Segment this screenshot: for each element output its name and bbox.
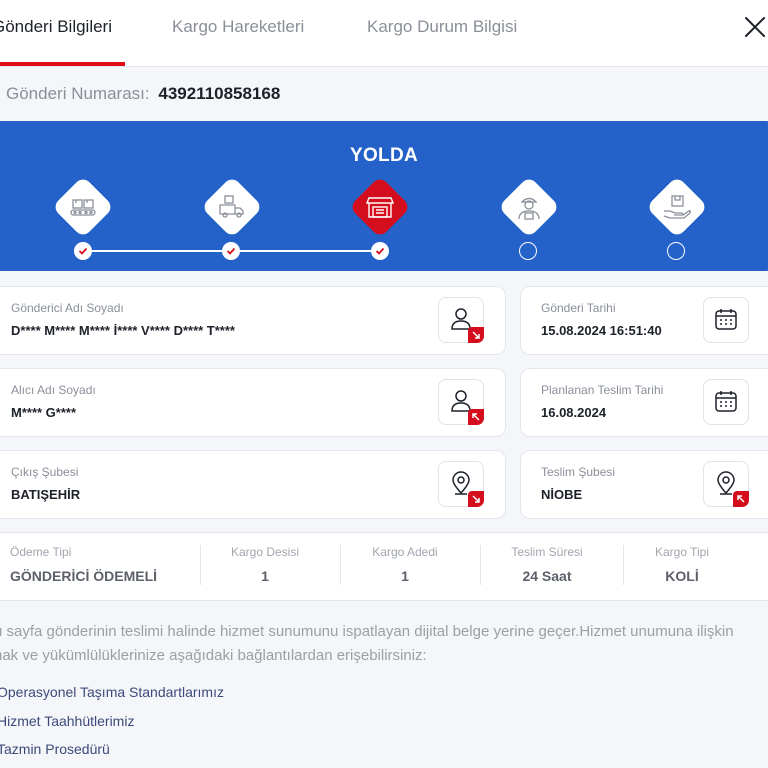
step-dot-done	[371, 242, 389, 260]
cargo-type-value: KOLİ	[665, 568, 699, 584]
delivery-truck-icon	[219, 195, 244, 218]
tab-kargo-hareketleri[interactable]: Kargo Hareketleri	[172, 17, 304, 37]
ship-date-value: 15.08.2024 16:51:40	[541, 323, 662, 338]
receiver-card: Alıcı Adı Soyadı M**** G****	[0, 368, 506, 437]
delivery-branch-value: NİOBE	[541, 487, 583, 502]
active-tab-indicator	[0, 62, 125, 66]
ship-date-label: Gönderi Tarihi	[541, 301, 616, 315]
check-icon	[226, 247, 236, 255]
receiver-icon-button[interactable]	[438, 379, 484, 425]
planned-delivery-label: Planlanan Teslim Tarihi	[541, 383, 664, 397]
arrow-up-left-icon	[737, 495, 745, 503]
outgoing-badge	[468, 491, 484, 507]
check-icon	[78, 247, 88, 255]
tab-kargo-durum-bilgisi[interactable]: Kargo Durum Bilgisi	[367, 17, 517, 37]
arrow-down-right-icon	[472, 495, 480, 503]
delivery-branch-label: Teslim Şubesi	[541, 465, 616, 479]
sender-card: Gönderici Adı Soyadı D**** M**** M**** İ…	[0, 286, 506, 355]
courier-icon	[518, 197, 540, 220]
step-dot-done	[74, 242, 92, 260]
cargo-type: Kargo Tipi KOLİ	[612, 545, 752, 584]
delivery-branch-card: Teslim Şubesi NİOBE	[520, 450, 768, 519]
tracking-number-label: Gönderi Numarası:	[6, 84, 150, 103]
incoming-badge	[733, 491, 749, 507]
tab-gonderi-bilgileri[interactable]: Gönderi Bilgileri	[0, 17, 112, 37]
sender-value: D**** M**** M**** İ**** V**** D**** T***…	[11, 323, 235, 338]
arrow-up-left-icon	[472, 413, 480, 421]
sender-icon-button[interactable]	[438, 297, 484, 343]
link-operational-standards[interactable]: Operasyonel Taşıma Standartlarımız	[0, 684, 224, 700]
delivery-duration-label: Teslim Süresi	[511, 545, 583, 559]
origin-branch-card: Çıkış Şubesi BATIŞEHİR	[0, 450, 506, 519]
close-icon	[745, 17, 765, 37]
conveyor-boxes-icon	[70, 199, 96, 216]
payment-type-value: GÖNDERİCİ ÖDEMELİ	[10, 568, 158, 584]
delivery-duration-value: 24 Saat	[522, 568, 572, 584]
close-button[interactable]	[742, 14, 768, 42]
cargo-type-label: Kargo Tipi	[654, 545, 710, 559]
check-icon	[375, 247, 385, 255]
outgoing-badge	[468, 327, 484, 343]
planned-delivery-icon-button[interactable]	[703, 379, 749, 425]
tab-bar: Gönderi Bilgileri Kargo Hareketleri Karg…	[0, 0, 768, 67]
cargo-desi-label: Kargo Desisi	[230, 545, 300, 559]
tracking-number-row: Gönderi Numarası: 4392110858168	[6, 84, 280, 104]
ship-date-icon-button[interactable]	[703, 297, 749, 343]
branch-store-icon	[365, 197, 395, 218]
planned-delivery-card: Planlanan Teslim Tarihi 16.08.2024	[520, 368, 768, 437]
step-dot-pending	[667, 242, 685, 260]
sender-label: Gönderici Adı Soyadı	[11, 301, 124, 315]
step-dot-pending	[519, 242, 537, 260]
cargo-count-value: 1	[401, 568, 409, 584]
digital-document-notice: u sayfa gönderinin teslimi halinde hizme…	[0, 623, 734, 664]
cargo-count-label: Kargo Adedi	[372, 545, 438, 559]
arrow-down-right-icon	[472, 331, 480, 339]
status-title: YOLDA	[350, 145, 418, 166]
cargo-desi-value: 1	[261, 568, 269, 584]
calendar-icon	[715, 391, 737, 412]
delivery-branch-icon-button[interactable]	[703, 461, 749, 507]
hand-package-icon	[663, 195, 691, 219]
origin-branch-value: BATIŞEHİR	[11, 487, 81, 502]
cargo-count: Kargo Adedi 1	[335, 545, 475, 584]
payment-type: Ödeme Tipi GÖNDERİCİ ÖDEMELİ	[10, 545, 158, 584]
calendar-icon	[715, 309, 737, 330]
origin-branch-label: Çıkış Şubesi	[11, 465, 79, 479]
ship-date-card: Gönderi Tarihi 15.08.2024 16:51:40	[520, 286, 768, 355]
tracking-number-value: 4392110858168	[158, 84, 281, 103]
cargo-desi: Kargo Desisi 1	[195, 545, 335, 584]
planned-delivery-value: 16.08.2024	[541, 405, 607, 420]
receiver-value: M**** G****	[11, 405, 77, 420]
link-compensation-procedure[interactable]: Tazmin Prosedürü	[0, 741, 110, 757]
link-service-commitments[interactable]: Hizmet Taahhütlerimiz	[0, 713, 134, 729]
origin-branch-icon-button[interactable]	[438, 461, 484, 507]
payment-type-label: Ödeme Tipi	[10, 545, 72, 559]
receiver-label: Alıcı Adı Soyadı	[11, 383, 96, 397]
step-dot-done	[222, 242, 240, 260]
delivery-duration: Teslim Süresi 24 Saat	[477, 545, 617, 584]
incoming-badge	[468, 409, 484, 425]
